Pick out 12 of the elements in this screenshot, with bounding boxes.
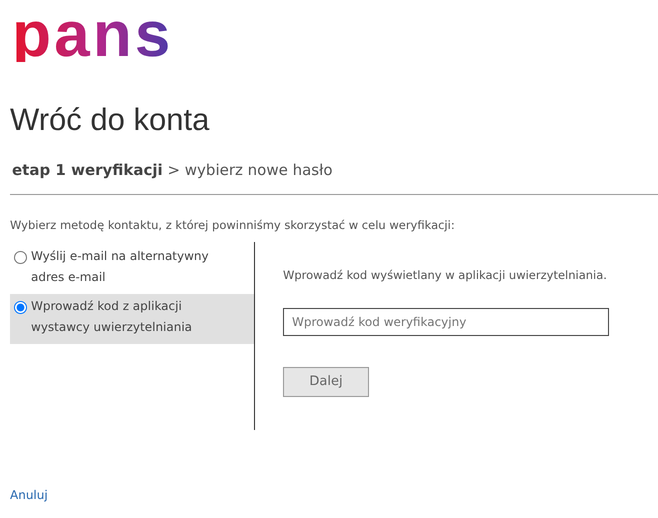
option-label: Wyślij e-mail na alternatywny adres e-mail (31, 248, 210, 286)
cancel-link[interactable]: Anuluj (10, 488, 48, 502)
option-label: Wprowadź kod z aplikacji wystawcy uwierzytelniania (31, 298, 194, 336)
instruction-text: Wybierz metodę kontaktu, z której powinniśmy skorzystać w celu weryfikacji: (10, 216, 456, 234)
code-input-field[interactable]: Wprowadź kod weryfikacyjny (283, 308, 609, 336)
info-text: Wprowadź kod wyświetlany w aplikacji uwierzytelniania. (283, 266, 608, 284)
page-title: Wróć do konta (10, 101, 210, 139)
option-row[interactable]: Wprowadź kod z aplikacji wystawcy uwierzytelniania (10, 294, 254, 344)
breadcrumb: etap 1 weryfikacji > wybierz nowe hasło (12, 160, 334, 181)
radio-button[interactable] (14, 300, 27, 314)
radio-button[interactable] (14, 250, 27, 264)
option-row[interactable]: Wyślij e-mail na alternatywny adres e-mail (10, 244, 228, 294)
